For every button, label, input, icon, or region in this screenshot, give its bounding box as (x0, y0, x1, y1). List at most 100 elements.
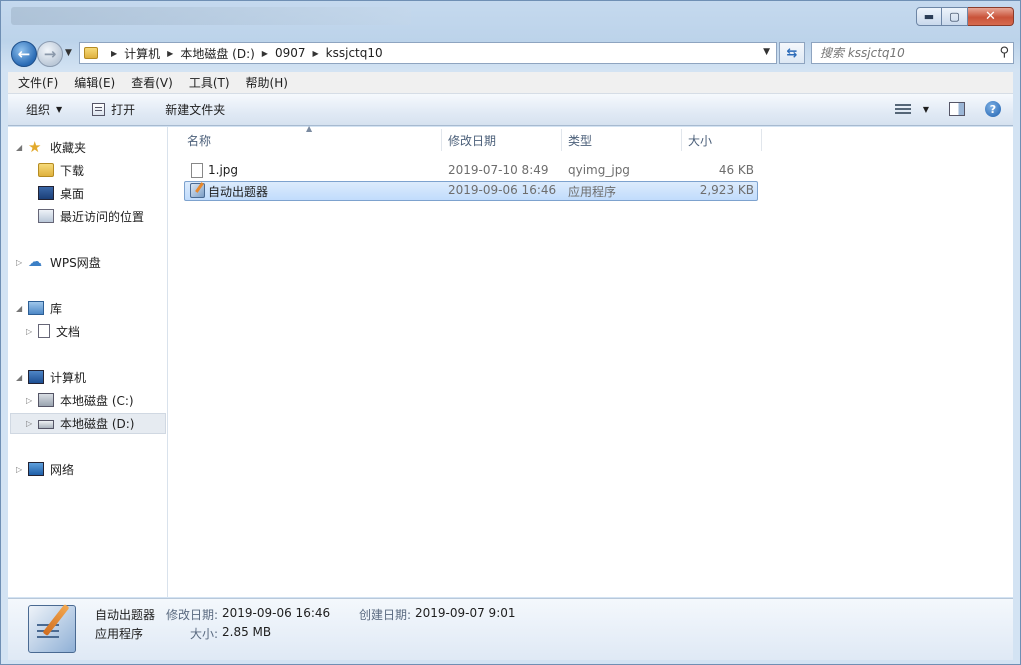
view-options-icon[interactable] (894, 103, 911, 115)
navigation-pane[interactable]: ◢ ★ 收藏夹 下载 桌面 最近访问的位置 ▷ ☁ WPS网盘 ◢ 库 ▷ 文档… (8, 127, 168, 597)
menu-tools[interactable]: 工具(T) (189, 74, 230, 91)
expanded-triangle-icon[interactable]: ◢ (16, 143, 28, 152)
collapsed-triangle-icon[interactable]: ▷ (26, 396, 38, 405)
column-label: 大小 (688, 133, 713, 148)
desktop-icon (38, 186, 54, 200)
expanded-triangle-icon[interactable]: ◢ (16, 373, 28, 382)
address-dropdown-icon[interactable]: ▼ (763, 47, 770, 57)
nav-label: 桌面 (60, 186, 85, 201)
help-icon[interactable]: ? (985, 101, 1001, 117)
details-pane: 自动出题器 应用程序 修改日期: 2019-09-06 16:46 创建日期: … (8, 598, 1013, 660)
details-created-label: 创建日期: (359, 608, 412, 622)
application-icon (190, 183, 205, 198)
column-divider[interactable] (561, 129, 562, 151)
nav-item-recent[interactable]: 最近访问的位置 (38, 206, 144, 226)
chevron-right-icon[interactable]: ▶ (111, 49, 117, 58)
file-list[interactable]: ▲ 名称 修改日期 类型 大小 1.jpg 2019-07-10 8:49 qy… (169, 124, 1013, 597)
image-file-icon (191, 163, 203, 178)
close-button[interactable]: ✕ (968, 7, 1014, 26)
column-divider[interactable] (681, 129, 682, 151)
column-header-size[interactable]: 大小 (688, 127, 712, 153)
breadcrumb-kssjctq10[interactable]: kssjctq10 (326, 46, 383, 60)
back-button[interactable]: ← (11, 41, 37, 67)
nav-label: WPS网盘 (50, 255, 101, 270)
column-label: 名称 (187, 133, 212, 148)
view-dropdown-icon[interactable]: ▼ (923, 105, 929, 114)
breadcrumb-computer[interactable]: 计算机 (124, 45, 160, 62)
nav-item-drive-c[interactable]: ▷ 本地磁盘 (C:) (26, 390, 134, 410)
open-label: 打开 (111, 103, 136, 117)
computer-icon (28, 370, 44, 384)
nav-label: 库 (50, 301, 63, 316)
nav-item-favorites[interactable]: ◢ ★ 收藏夹 (16, 137, 86, 157)
menu-help[interactable]: 帮助(H) (246, 74, 288, 91)
nav-item-desktop[interactable]: 桌面 (38, 183, 84, 203)
forward-button[interactable]: → (37, 41, 63, 67)
chevron-right-icon[interactable]: ▶ (313, 49, 319, 58)
cloud-icon: ☁ (28, 254, 42, 270)
nav-item-downloads[interactable]: 下载 (38, 160, 84, 180)
recent-places-icon (38, 209, 54, 223)
menu-edit[interactable]: 编辑(E) (74, 74, 115, 91)
breadcrumb-drive-d[interactable]: 本地磁盘 (D:) (180, 45, 254, 62)
breadcrumb-0907[interactable]: 0907 (275, 46, 306, 60)
organize-button[interactable]: 组织 ▼ (26, 101, 62, 118)
column-label: 修改日期 (448, 133, 497, 148)
collapsed-triangle-icon[interactable]: ▷ (26, 327, 38, 336)
preview-pane-icon[interactable] (949, 102, 965, 116)
nav-label: 收藏夹 (50, 140, 87, 155)
nav-item-network[interactable]: ▷ 网络 (16, 459, 74, 479)
search-icon[interactable]: ⚲ (999, 45, 1009, 60)
hard-drive-icon (38, 420, 54, 429)
open-icon (92, 103, 106, 116)
column-divider[interactable] (761, 129, 762, 151)
nav-item-library[interactable]: ◢ 库 (16, 298, 62, 318)
maximize-button[interactable]: ▢ (942, 7, 968, 26)
nav-item-wps[interactable]: ▷ ☁ WPS网盘 (16, 252, 101, 272)
nav-item-documents[interactable]: ▷ 文档 (26, 321, 80, 341)
nav-item-computer[interactable]: ◢ 计算机 (16, 367, 86, 387)
nav-label: 计算机 (50, 370, 87, 385)
details-size-label: 大小: (190, 627, 219, 641)
chevron-right-icon[interactable]: ▶ (262, 49, 268, 58)
expanded-triangle-icon[interactable]: ◢ (16, 304, 28, 313)
search-input[interactable] (820, 46, 985, 60)
collapsed-triangle-icon[interactable]: ▷ (26, 419, 38, 428)
new-folder-label: 新建文件夹 (165, 103, 226, 117)
nav-item-drive-d[interactable]: ▷ 本地磁盘 (D:) (26, 413, 134, 433)
folder-icon (84, 47, 98, 59)
menu-view[interactable]: 查看(V) (131, 74, 173, 91)
open-button[interactable]: 打开 (92, 101, 135, 118)
search-box[interactable]: ⚲ (811, 42, 1014, 64)
downloads-folder-icon (38, 163, 54, 177)
collapsed-triangle-icon[interactable]: ▷ (16, 465, 28, 474)
chevron-right-icon[interactable]: ▶ (167, 49, 173, 58)
title-bar[interactable]: ▬ ▢ ✕ (1, 1, 1020, 35)
file-name: 1.jpg (208, 163, 239, 177)
organize-label: 组织 (26, 103, 51, 117)
nav-label: 最近访问的位置 (60, 209, 145, 224)
window-controls: ▬ ▢ ✕ (916, 7, 1014, 26)
file-row-1jpg[interactable]: 1.jpg 2019-07-10 8:49 qyimg_jpg 46 KB (184, 161, 758, 181)
recent-pages-dropdown[interactable]: ▼ (65, 48, 72, 58)
library-icon (28, 301, 44, 315)
star-icon: ★ (28, 138, 42, 156)
collapsed-triangle-icon[interactable]: ▷ (16, 258, 28, 267)
navigation-row: ← → ▼ ▶ 计算机 ▶ 本地磁盘 (D:) ▶ 0907 ▶ kssjctq… (7, 39, 1014, 67)
file-row-app[interactable]: 自动出题器 2019-09-06 16:46 应用程序 2,923 KB (184, 181, 758, 201)
column-header-modified[interactable]: 修改日期 (448, 127, 496, 153)
column-header-name[interactable]: 名称 (187, 127, 211, 153)
column-divider[interactable] (441, 129, 442, 151)
file-modified: 2019-09-06 16:46 (448, 183, 557, 197)
main-area: ◢ ★ 收藏夹 下载 桌面 最近访问的位置 ▷ ☁ WPS网盘 ◢ 库 ▷ 文档… (8, 124, 1013, 597)
refresh-button[interactable]: ⇆ (779, 42, 805, 64)
explorer-window: ▬ ▢ ✕ ← → ▼ ▶ 计算机 ▶ 本地磁盘 (D:) ▶ 0907 ▶ k… (0, 0, 1021, 665)
nav-label: 下载 (60, 163, 85, 178)
menu-file[interactable]: 文件(F) (18, 74, 58, 91)
file-modified: 2019-07-10 8:49 (448, 163, 549, 177)
column-header-type[interactable]: 类型 (568, 127, 592, 153)
minimize-button[interactable]: ▬ (916, 7, 942, 26)
new-folder-button[interactable]: 新建文件夹 (165, 101, 225, 118)
address-bar[interactable]: ▶ 计算机 ▶ 本地磁盘 (D:) ▶ 0907 ▶ kssjctq10 ▼ (79, 42, 777, 64)
chevron-down-icon: ▼ (65, 48, 72, 58)
